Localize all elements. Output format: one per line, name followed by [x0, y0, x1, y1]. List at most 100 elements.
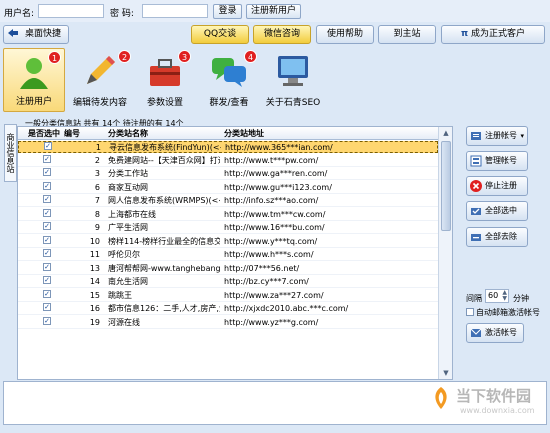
activate-account-button[interactable]: 激活帐号	[466, 323, 524, 343]
nav-badge: 1	[48, 51, 61, 64]
row-url: http://www.yz***g.com/	[224, 317, 319, 327]
nav-settings[interactable]: 3 参数设置	[136, 48, 194, 112]
row-url: http://www.16***bu.com/	[224, 223, 325, 232]
row-checkbox[interactable]: ✓	[43, 289, 51, 298]
help-button[interactable]: 使用帮助	[316, 25, 374, 44]
minute-label: 分钟	[513, 294, 529, 303]
nav-edit-content[interactable]: 2 编辑待发内容	[68, 48, 132, 112]
auto-activate-checkbox[interactable]	[466, 308, 474, 316]
row-num: 8	[94, 209, 100, 219]
dropdown-icon: ▾	[520, 132, 524, 140]
table-row[interactable]: ✓ 9 广平生活网 http://www.16***bu.com/	[18, 222, 438, 234]
spinner-icon[interactable]: ▲ ▼	[502, 290, 507, 302]
row-num: 3	[94, 169, 100, 178]
auto-activate-label: 自动邮箱激活帐号	[476, 308, 540, 317]
qq-chat-button[interactable]: QQ交谈	[191, 25, 249, 44]
stop-register-button[interactable]: 停止注册	[466, 176, 528, 196]
row-checkbox[interactable]: ✓	[43, 316, 51, 325]
scroll-thumb[interactable]	[441, 141, 451, 231]
manage-account-button[interactable]: 管理帐号	[466, 151, 528, 171]
wechat-consult-button[interactable]: 微信咨询	[253, 25, 311, 44]
table-row[interactable]: ✓ 11 呼伦贝尔 http://www.h***s.com/	[18, 249, 438, 261]
scroll-up-icon[interactable]: ▲	[439, 127, 452, 139]
col-url: 分类站地址	[224, 129, 264, 138]
pi-icon: π	[460, 29, 469, 39]
row-checkbox[interactable]: ✓	[43, 235, 51, 244]
row-checkbox[interactable]: ✓	[43, 168, 51, 176]
row-url: http://www.h***s.com/	[224, 250, 314, 259]
row-checkbox[interactable]: ✓	[43, 249, 51, 257]
row-url: http://www.ga***ren.com/	[224, 169, 328, 178]
row-url: http://www.365***ian.com/	[225, 143, 333, 152]
col-num: 编号	[64, 129, 80, 138]
col-check: 是否选中	[28, 129, 60, 138]
row-name: 呼伦贝尔	[108, 250, 140, 259]
table-row[interactable]: ✓ 7 网人信息发布系统(WRMPS)(<<最化 http://info.sz***a…	[18, 195, 438, 207]
scroll-down-icon[interactable]: ▼	[439, 367, 452, 379]
nav-label: 注册用户	[15, 97, 52, 107]
table-scrollbar[interactable]: ▲ ▼	[438, 127, 452, 379]
row-name: 免费建网站--【天津百众网】打造	[108, 155, 220, 165]
password-input[interactable]	[142, 4, 208, 18]
watermark-cn: 当下软件园	[456, 387, 532, 405]
row-url: http://bz.cy***7.com/	[224, 277, 309, 286]
row-name: 商家互动网	[108, 182, 148, 192]
row-checkbox[interactable]: ✓	[43, 208, 51, 217]
password-label: 密 码:	[110, 9, 134, 19]
table-row[interactable]: ✓ 14 南允生活网 http://bz.cy***7.com/	[18, 276, 438, 288]
row-checkbox[interactable]: ✓	[43, 181, 51, 190]
row-checkbox[interactable]: ✓	[43, 262, 51, 271]
row-url: http://info.sz***ao.com/	[224, 196, 319, 205]
register-account-button[interactable]: 注册帐号 ▾	[466, 126, 528, 146]
row-checkbox[interactable]: ✓	[43, 276, 51, 284]
manage-account-label: 管理帐号	[485, 156, 517, 165]
nav-about[interactable]: 关于石青SEO	[258, 48, 328, 112]
row-name: 广平生活网	[108, 223, 148, 232]
row-checkbox[interactable]: ✓	[43, 303, 51, 311]
table-row[interactable]: ✓ 19 河源在线 http://www.yz***g.com/	[18, 316, 438, 329]
row-name: 都市信息126：二手,人才,房产,免费	[108, 304, 220, 313]
row-url: http://www.tm***cw.com/	[224, 209, 326, 219]
table-row[interactable]: ✓ 3 分类工作站 http://www.ga***ren.com/	[18, 168, 438, 180]
stop-register-label: 停止注册	[485, 181, 517, 190]
row-name: 网人信息发布系统(WRMPS)(<<最化	[108, 196, 220, 205]
table-row[interactable]: ✓ 13 唐河帮帮网-www.tanghebangbang http://07***5…	[18, 262, 438, 275]
row-checkbox[interactable]: ✓	[44, 142, 52, 150]
watermark: 当下软件园 www.downxia.com	[430, 380, 550, 433]
table-header: 是否选中 编号 分类站名称 分类站地址	[18, 127, 438, 140]
row-num: 6	[94, 182, 100, 192]
become-member-button[interactable]: π 成为正式客户	[441, 25, 545, 44]
table-row[interactable]: ✓ 8 上海都市在线 http://www.tm***cw.com/	[18, 208, 438, 221]
row-name: 寻云信息发布系统(FindYun)(<<最	[109, 143, 221, 152]
tab-business-sites[interactable]: 商业信息站	[4, 124, 17, 182]
nav-register-user[interactable]: 1 注册用户	[3, 48, 65, 112]
row-name: 南允生活网	[108, 277, 148, 286]
register-account-label: 注册帐号	[485, 131, 517, 140]
row-checkbox[interactable]: ✓	[43, 195, 51, 203]
row-num: 9	[94, 223, 100, 232]
row-checkbox[interactable]: ✓	[43, 222, 51, 230]
username-input[interactable]	[38, 4, 104, 18]
nav-mass-send[interactable]: 4 群发/查看	[200, 48, 258, 112]
table-row[interactable]: ✓ 16 都市信息126：二手,人才,房产,免费 http://xjxdc2010.a…	[18, 303, 438, 315]
main-site-button[interactable]: 到主站	[378, 25, 436, 44]
stop-icon	[470, 180, 482, 192]
interval-input[interactable]: 60 ▲ ▼	[485, 289, 509, 303]
select-all-button[interactable]: 全部选中	[466, 201, 528, 221]
deselect-all-button[interactable]: 全部去除	[466, 227, 528, 247]
row-num: 2	[94, 155, 100, 165]
watermark-en: www.downxia.com	[460, 406, 535, 415]
table-row[interactable]: ✓ 1 寻云信息发布系统(FindYun)(<<最 http://www.365***…	[18, 141, 438, 153]
manage-icon	[470, 155, 482, 167]
table-row[interactable]: ✓ 6 商家互动网 http://www.gu***i123.com/	[18, 181, 438, 194]
login-button[interactable]: 登录	[213, 4, 242, 19]
desktop-shortcut-button[interactable]: 桌面快捷	[3, 25, 69, 44]
interval-value: 60	[488, 291, 499, 300]
table-row[interactable]: ✓ 2 免费建网站--【天津百众网】打造 http://www.t***pw.com/	[18, 154, 438, 167]
table-row[interactable]: ✓ 15 跳跳王 http://www.za***27.com/	[18, 289, 438, 302]
app-window: 用户名: 密 码: 登录 注册新用户 桌面快捷 QQ交谈 微信咨询 使用帮助 到…	[0, 0, 550, 433]
desktop-shortcut-label: 桌面快捷	[24, 29, 61, 39]
table-row[interactable]: ✓ 10 榜样114-榜样行业最全的信息交流 http://www.y***tq.co…	[18, 235, 438, 248]
row-checkbox[interactable]: ✓	[43, 154, 51, 163]
register-button[interactable]: 注册新用户	[246, 4, 301, 19]
